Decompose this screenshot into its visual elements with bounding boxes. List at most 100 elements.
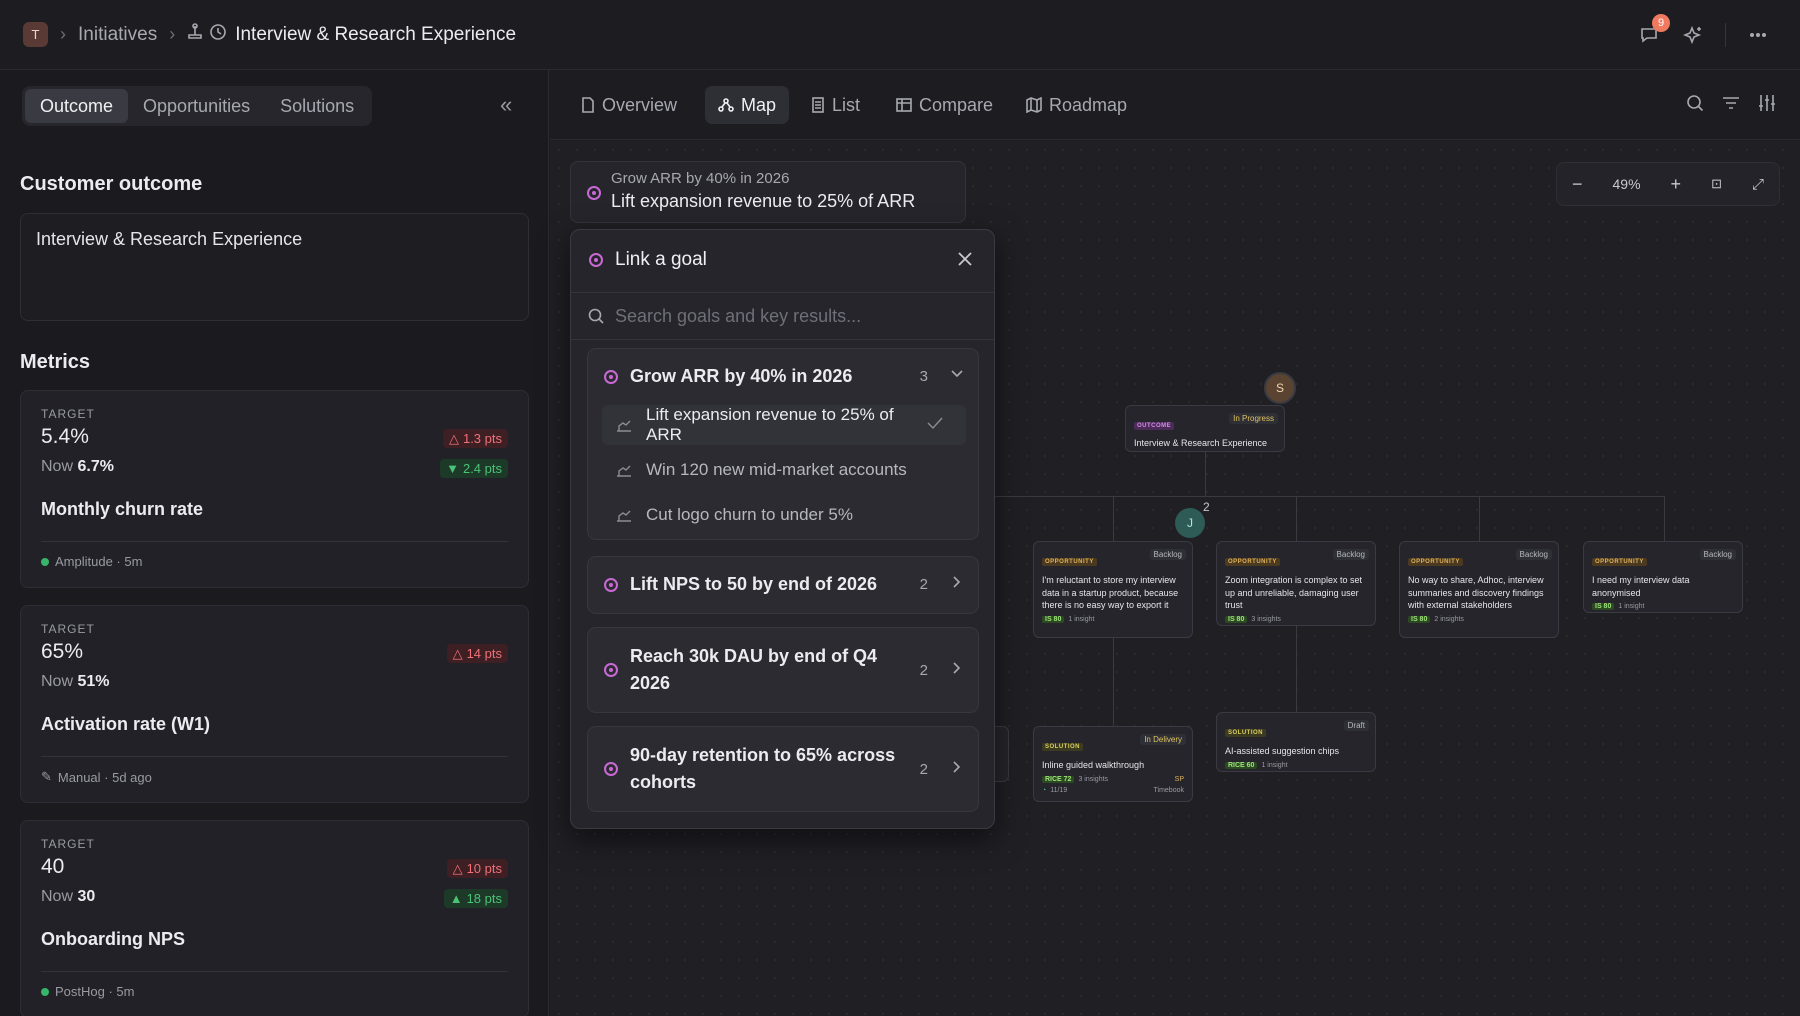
node-title: I need my interview data anonymised (1592, 575, 1690, 598)
tab-list[interactable]: List (798, 86, 873, 124)
node-title: I'm reluctant to store my interview data… (1042, 575, 1179, 611)
insights-count: 3 insights (1251, 615, 1281, 623)
tree-icon (718, 98, 734, 112)
top-bar: T › Initiatives › Interview & Research E… (0, 0, 1800, 70)
left-panel: Outcome Opportunities Solutions « Custom… (0, 70, 549, 1016)
target-icon (604, 369, 618, 384)
outcome-node[interactable]: OUTCOME In Progress Interview & Research… (1125, 405, 1285, 452)
fit-view-icon[interactable]: ⊡ (1711, 176, 1722, 192)
node-type-chip: OPPORTUNITY (1225, 558, 1280, 566)
score-badge: IS 80 (1225, 615, 1248, 623)
source-text: Amplitude · 5m (55, 554, 143, 569)
tab-overview[interactable]: Overview (568, 86, 690, 124)
delta-badge: ▼ 2.4 pts (440, 459, 508, 478)
connector-line (1205, 452, 1206, 496)
close-icon[interactable] (956, 250, 974, 268)
more-button[interactable] (1740, 17, 1776, 53)
metric-card[interactable]: TARGET 65% △ 14 pts Now 51% Activation ra… (20, 605, 529, 803)
key-result-option[interactable]: Lift expansion revenue to 25% of ARR (602, 405, 966, 445)
metric-source: Amplitude · 5m (41, 554, 142, 569)
connector-line (1113, 638, 1114, 726)
chevron-right-icon: › (169, 24, 176, 44)
metric-card[interactable]: TARGET 5.4% △ 1.3 pts Now 6.7% ▼ 2.4 pts M… (20, 390, 529, 588)
node-title: Inline guided walkthrough (1042, 760, 1145, 770)
target-icon (589, 253, 603, 267)
chevron-right-icon (950, 661, 964, 680)
view-toolbar: Overview Map List Compare Roadmap (550, 70, 1800, 140)
now-label: Now (41, 888, 74, 905)
status-dot (41, 987, 49, 996)
solution-node[interactable]: SOLUTION Draft AI-assisted suggestion ch… (1216, 712, 1376, 772)
outcome-textarea[interactable]: Interview & Research Experience (20, 213, 529, 321)
metric-target-label: TARGET (41, 622, 95, 636)
opportunity-node[interactable]: OPPORTUNITY Backlog I need my interview … (1583, 541, 1743, 613)
metric-now: Now 51% (41, 673, 110, 691)
now-label: Now (41, 673, 74, 690)
status-badge: Backlog (1149, 549, 1186, 560)
goal-title: Reach 30k DAU by end of Q4 2026 (630, 646, 878, 693)
goal-search-input[interactable] (615, 305, 975, 327)
tab-label: Compare (919, 94, 994, 115)
breadcrumb-current: Interview & Research Experience (235, 23, 517, 45)
goal-group[interactable]: Reach 30k DAU by end of Q4 2026 2 (587, 627, 979, 713)
now-label: Now (41, 458, 74, 475)
goal-group-header[interactable]: Grow ARR by 40% in 2026 3 (604, 363, 964, 390)
breadcrumb-initiatives[interactable]: Initiatives (78, 24, 157, 46)
connector-line (1113, 496, 1114, 541)
panel-tabs: Outcome Opportunities Solutions (22, 86, 373, 126)
tab-opportunities[interactable]: Opportunities (128, 89, 265, 123)
collapse-panel-icon[interactable]: « (500, 92, 512, 118)
connector-line (1479, 496, 1480, 541)
delta-badge: △ 14 pts (446, 644, 508, 663)
opportunity-node[interactable]: OPPORTUNITY Backlog No way to share, Adh… (1399, 541, 1559, 638)
sparkle-icon (1683, 25, 1702, 45)
tab-solutions[interactable]: Solutions (265, 89, 369, 123)
workspace-badge[interactable]: T (23, 22, 48, 47)
settings-sliders-icon[interactable] (1756, 92, 1778, 114)
linked-goal-card[interactable]: Grow ARR by 40% in 2026 Lift expansion r… (570, 161, 966, 223)
goal-kr-count: 2 (919, 760, 928, 778)
node-meta: RICE 60 1 insight (1225, 761, 1367, 769)
key-result-option[interactable]: Win 120 new mid-market accounts (602, 450, 966, 490)
status-dot (41, 557, 49, 566)
filter-icon[interactable] (1720, 92, 1742, 114)
opportunity-node[interactable]: OPPORTUNITY Backlog I'm reluctant to sto… (1033, 541, 1193, 638)
tab-outcome[interactable]: Outcome (25, 89, 129, 123)
comments-button[interactable]: 9 (1631, 14, 1670, 53)
key-result-icon (617, 465, 631, 477)
tab-compare[interactable]: Compare (883, 86, 1006, 124)
status-badge: Backlog (1515, 549, 1552, 560)
metric-target-label: TARGET (41, 837, 95, 851)
key-result-option[interactable]: Cut logo churn to under 5% (602, 495, 966, 535)
connector-line (1296, 496, 1297, 541)
metric-card[interactable]: TARGET 40 △ 10 pts Now 30 ▲ 18 pts Onboard… (20, 820, 529, 1016)
node-type-chip: OUTCOME (1134, 422, 1175, 430)
node-meta: RICE 72 3 insights SP (1042, 775, 1184, 783)
customer-outcome-heading: Customer outcome (20, 173, 203, 195)
search-icon[interactable] (1684, 92, 1706, 114)
opportunity-node[interactable]: OPPORTUNITY Backlog Zoom integration is … (1216, 541, 1376, 626)
node-type-chip: OPPORTUNITY (1592, 558, 1647, 566)
dialog-header: Link a goal (571, 230, 994, 290)
goal-group-header: Lift NPS to 50 by end of 2026 2 (604, 571, 964, 598)
tab-label: List (832, 94, 861, 115)
metric-now: Now 30 (41, 888, 95, 906)
divider (41, 541, 508, 542)
goal-group[interactable]: 90-day retention to 65% across cohorts 2 (587, 726, 979, 812)
ai-sparkle-button[interactable] (1675, 17, 1711, 53)
score-badge: RICE 60 (1225, 761, 1258, 769)
zoom-in-button[interactable]: + (1671, 174, 1682, 195)
status-badge: Backlog (1332, 549, 1369, 560)
goal-group[interactable]: Lift NPS to 50 by end of 2026 2 (587, 556, 979, 614)
goal-name: Grow ARR by 40% in 2026 (611, 170, 790, 187)
tab-map[interactable]: Map (705, 86, 790, 124)
zoom-out-button[interactable]: − (1572, 174, 1583, 195)
avatar[interactable]: S (1264, 372, 1296, 404)
solution-node[interactable]: SOLUTION In Delivery Inline guided walkt… (1033, 726, 1193, 802)
fullscreen-icon[interactable]: ⤢ (1752, 176, 1764, 193)
key-result-label: Lift expansion revenue to 25% of ARR (646, 405, 894, 444)
search-bar (571, 292, 994, 340)
tab-roadmap[interactable]: Roadmap (1013, 86, 1140, 124)
node-title: AI-assisted suggestion chips (1225, 746, 1340, 756)
avatar[interactable]: J (1175, 508, 1205, 538)
